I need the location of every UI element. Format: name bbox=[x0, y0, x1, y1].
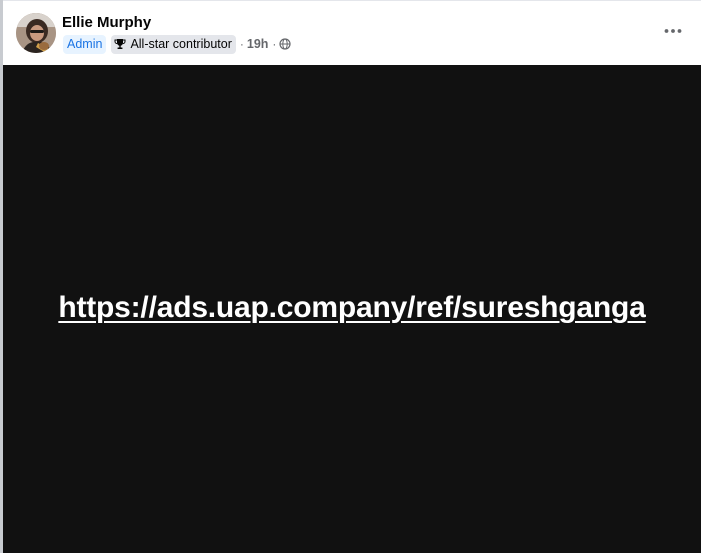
user-avatar-photo-icon bbox=[16, 13, 56, 53]
post-media[interactable]: https://ads.uap.company/ref/sureshganga bbox=[3, 65, 701, 553]
post-timestamp[interactable]: 19h bbox=[247, 37, 269, 51]
post-meta: Admin All-star contributor · 19h · bbox=[63, 34, 292, 54]
author-avatar[interactable] bbox=[16, 13, 56, 53]
contributor-badge-label: All-star contributor bbox=[130, 36, 232, 51]
admin-badge[interactable]: Admin bbox=[63, 34, 107, 54]
post-header: Ellie Murphy Admin All-star contributor … bbox=[3, 1, 701, 64]
author-name[interactable]: Ellie Murphy bbox=[62, 14, 151, 31]
more-options-icon bbox=[664, 29, 682, 33]
post-card: Ellie Murphy Admin All-star contributor … bbox=[3, 1, 701, 553]
meta-separator: · bbox=[239, 37, 244, 51]
page: Ellie Murphy Admin All-star contributor … bbox=[0, 0, 701, 553]
more-options-button[interactable] bbox=[657, 15, 689, 47]
media-link-text[interactable]: https://ads.uap.company/ref/sureshganga bbox=[3, 291, 701, 325]
contributor-badge[interactable]: All-star contributor bbox=[111, 34, 236, 54]
trophy-icon bbox=[114, 39, 126, 49]
meta-separator-2: · bbox=[272, 37, 277, 51]
globe-icon[interactable] bbox=[279, 38, 292, 50]
